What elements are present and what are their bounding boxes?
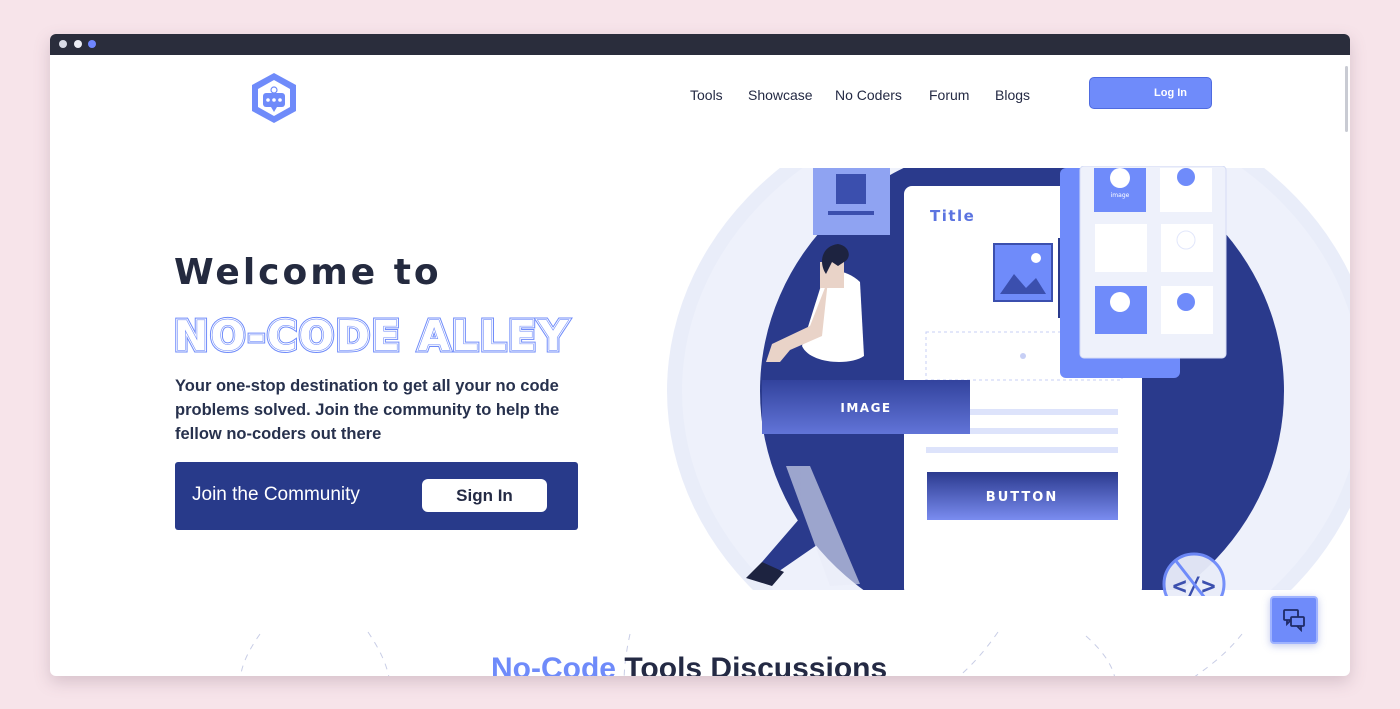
hero-description: Your one-stop destination to get all you… [175, 377, 560, 443]
login-button[interactable]: Log In [1089, 77, 1212, 109]
signin-button[interactable]: Sign In [422, 479, 547, 512]
hero-brand-outline: NO-CODE ALLEY NO-CODE ALLEY NO-CODE ALLE… [172, 310, 571, 363]
illus-button: BUTTON [986, 490, 1058, 505]
browser-titlebar [50, 34, 1350, 55]
section-heading: No-Code Tools Discussions [491, 652, 887, 676]
settings-icon[interactable] [59, 40, 67, 48]
hero-welcome: Welcome to [174, 252, 442, 293]
svg-text:NO-CODE ALLEY: NO-CODE ALLEY [174, 312, 570, 360]
globe-icon[interactable] [88, 40, 96, 48]
section-heading-accent: No-Code [491, 652, 616, 676]
page-scrollbar[interactable] [1345, 66, 1348, 132]
illus-title: Title [930, 207, 975, 225]
hero-description-bold: no code [495, 377, 559, 395]
join-community-banner: Join the Community Sign In [175, 462, 578, 530]
dot-icon[interactable] [74, 40, 82, 48]
nav-blogs[interactable]: Blogs [995, 87, 1030, 103]
nav-tools[interactable]: Tools [690, 87, 723, 103]
illus-image: IMAGE [840, 401, 891, 415]
section-heading-rest: Tools Discussions [615, 652, 888, 676]
chat-button[interactable] [1270, 596, 1318, 644]
browser-window: Tools Showcase No Coders Forum Blogs Log… [50, 34, 1350, 676]
hexagon-chat-logo[interactable] [249, 71, 299, 125]
hero-illustration: Title BUTTON image IMAGE [650, 166, 1350, 596]
illus-card-caption: image [1111, 192, 1130, 199]
nav-forum[interactable]: Forum [929, 87, 969, 103]
chat-bubbles-icon [1283, 609, 1305, 632]
nav-showcase[interactable]: Showcase [748, 87, 813, 103]
nav-no-coders[interactable]: No Coders [835, 87, 902, 103]
join-community-text: Join the Community [192, 484, 360, 505]
login-label: Log In [1154, 87, 1187, 99]
